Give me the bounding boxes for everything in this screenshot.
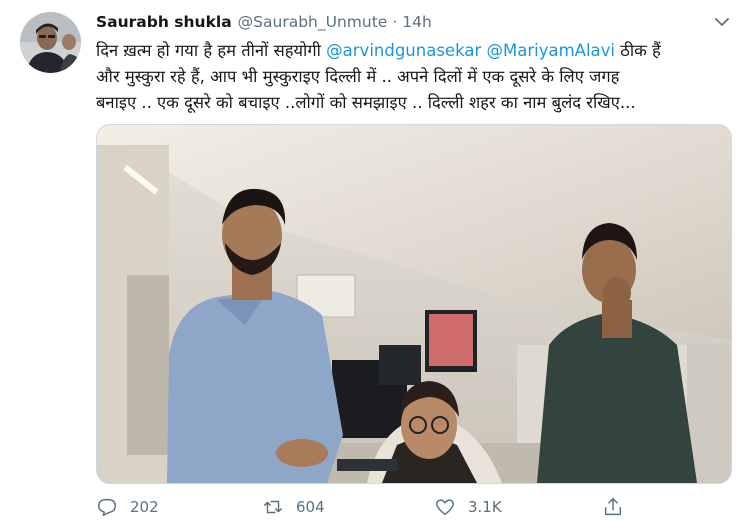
- more-options-button[interactable]: [712, 12, 732, 32]
- author-handle[interactable]: @Saurabh_Unmute: [238, 13, 388, 31]
- retweet-button[interactable]: 604: [262, 494, 325, 520]
- tweet-text-line-3: बनाइए .. एक दूसरे को बचाइए ..लोगों को सम…: [96, 93, 636, 112]
- author-name[interactable]: Saurabh shukla: [96, 13, 232, 31]
- tweet-text-line-1: दिन ख़त्म हो गया है हम तीनों सहयोगी @arv…: [96, 38, 736, 64]
- tweet-text-line-2: और मुस्कुरा रहे हैं, आप भी मुस्कुराइए दि…: [96, 67, 620, 86]
- tweet-header: Saurabh shukla @Saurabh_Unmute · 14h: [96, 13, 432, 35]
- tweet-text: दिन ख़त्म हो गया है हम तीनों सहयोगी @arv…: [96, 38, 736, 116]
- office-photo: [97, 125, 731, 483]
- tweet[interactable]: Saurabh shukla @Saurabh_Unmute · 14h दिन…: [0, 0, 748, 531]
- text-segment: ठीक हैं: [615, 41, 661, 60]
- reply-count: 202: [130, 498, 159, 516]
- reply-button[interactable]: 202: [96, 494, 159, 520]
- separator-dot: ·: [392, 13, 398, 31]
- avatar-image: [20, 12, 81, 73]
- mention-link-mariyamalavi[interactable]: @MariyamAlavi: [487, 41, 616, 60]
- like-button[interactable]: 3.1K: [434, 494, 502, 520]
- share-icon: [604, 498, 622, 516]
- chevron-down-icon: [715, 18, 729, 26]
- reply-icon: [98, 498, 116, 516]
- avatar[interactable]: [20, 12, 81, 73]
- retweet-count: 604: [296, 498, 325, 516]
- tweet-timestamp[interactable]: 14h: [402, 13, 432, 31]
- text-segment: दिन ख़त्म हो गया है हम तीनों सहयोगी: [96, 41, 327, 60]
- share-button[interactable]: [602, 494, 624, 520]
- tweet-photo[interactable]: [96, 124, 732, 484]
- like-count: 3.1K: [468, 498, 502, 516]
- retweet-icon: [264, 500, 282, 514]
- mention-link-arvindgunasekar[interactable]: @arvindgunasekar: [326, 41, 481, 60]
- like-icon: [436, 499, 454, 516]
- tweet-actions: 202 604 3.1K: [96, 494, 656, 520]
